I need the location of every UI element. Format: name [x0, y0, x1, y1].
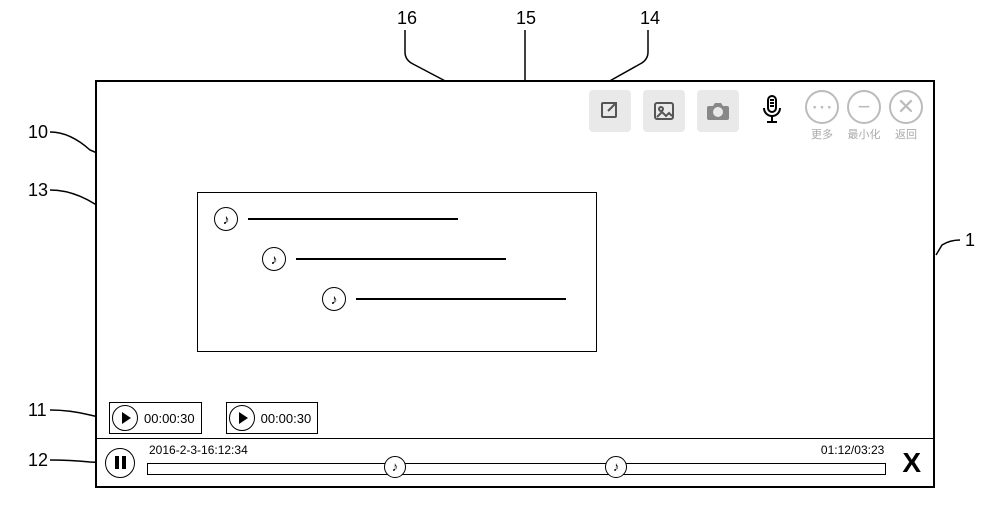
audio-clip[interactable]: 00:00:30: [226, 402, 319, 434]
camera-button[interactable]: [697, 90, 739, 132]
progress-track[interactable]: ♪ ♪: [147, 463, 886, 475]
minimize-button[interactable]: −: [847, 90, 881, 124]
clip-list: 00:00:30 00:00:30: [109, 402, 318, 434]
close-player-button[interactable]: X: [898, 447, 925, 479]
player-bar: 2016-2-3-16:12:34 01:12/03:23 ♪ ♪ X: [97, 438, 933, 486]
pause-button[interactable]: [105, 448, 135, 478]
callout-14: 14: [640, 8, 660, 29]
play-icon: [229, 405, 255, 431]
clip-duration: 00:00:30: [144, 411, 195, 426]
track-marker[interactable]: ♪: [605, 456, 627, 478]
track-marker[interactable]: ♪: [384, 456, 406, 478]
note-row[interactable]: ♪: [214, 207, 580, 231]
music-note-icon: ♪: [214, 207, 238, 231]
audio-clip[interactable]: 00:00:30: [109, 402, 202, 434]
image-button[interactable]: [643, 90, 685, 132]
callout-10: 10: [28, 122, 48, 143]
back-label: 返回: [895, 126, 917, 142]
callout-13: 13: [28, 180, 48, 201]
track-area: 2016-2-3-16:12:34 01:12/03:23 ♪ ♪: [147, 447, 886, 479]
note-row[interactable]: ♪: [262, 247, 580, 271]
more-label: 更多: [811, 126, 833, 142]
toolbar: ⋯ 更多 − 最小化 ✕ 返回: [589, 90, 923, 142]
callout-11: 11: [28, 400, 47, 421]
music-note-icon: ♪: [322, 287, 346, 311]
microphone-button[interactable]: [751, 90, 793, 132]
minimize-label: 最小化: [848, 126, 881, 142]
note-row[interactable]: ♪: [322, 287, 580, 311]
play-icon: [112, 405, 138, 431]
window-controls: ⋯ 更多 − 最小化 ✕ 返回: [805, 90, 923, 142]
open-external-button[interactable]: [589, 90, 631, 132]
music-note-icon: ♪: [262, 247, 286, 271]
note-line: [248, 218, 458, 220]
callout-1: 1: [965, 230, 975, 251]
annotation-area: ♪ ♪ ♪: [197, 192, 597, 352]
callout-12: 12: [28, 450, 48, 471]
timestamp-label: 2016-2-3-16:12:34: [149, 443, 248, 457]
more-button[interactable]: ⋯: [805, 90, 839, 124]
back-button[interactable]: ✕: [889, 90, 923, 124]
note-line: [356, 298, 566, 300]
callout-16: 16: [397, 8, 417, 29]
note-line: [296, 258, 506, 260]
main-panel: ⋯ 更多 − 最小化 ✕ 返回 ♪ ♪ ♪: [95, 80, 935, 488]
timecount-label: 01:12/03:23: [821, 443, 884, 457]
clip-duration: 00:00:30: [261, 411, 312, 426]
callout-15: 15: [516, 8, 536, 29]
